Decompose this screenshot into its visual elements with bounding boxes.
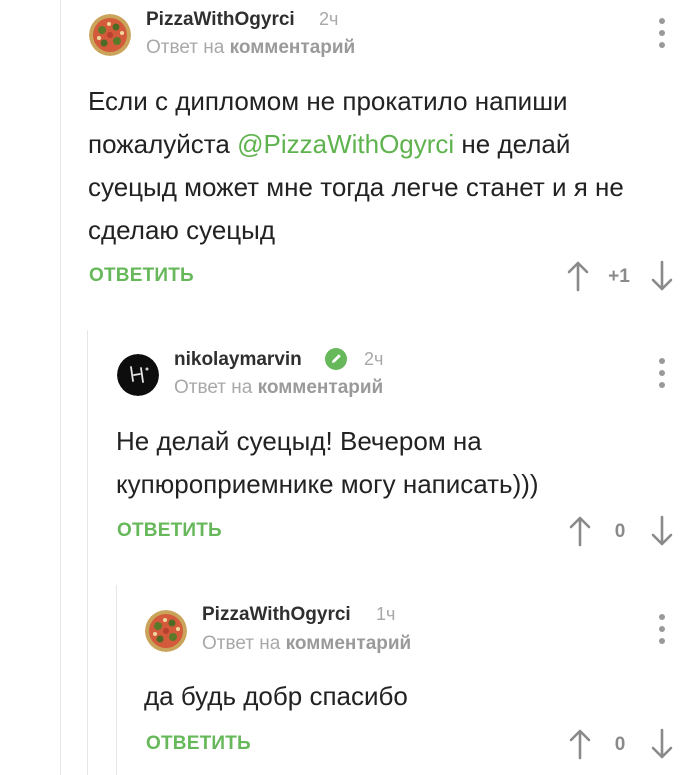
upvote-arrow-icon[interactable] xyxy=(566,260,590,292)
upvote-arrow-icon[interactable] xyxy=(568,728,592,760)
pizza-avatar-icon xyxy=(89,14,131,56)
dot-icon xyxy=(659,358,665,364)
more-options-button[interactable] xyxy=(657,18,667,48)
reply-to-link[interactable]: комментарий xyxy=(258,377,384,398)
username[interactable]: nikolaymarvin xyxy=(174,349,302,371)
avatar[interactable] xyxy=(89,14,131,56)
upvote-arrow-icon[interactable] xyxy=(568,515,592,547)
reply-button[interactable]: ОТВЕТИТЬ xyxy=(146,733,251,755)
avatar[interactable] xyxy=(117,354,159,396)
downvote-arrow-icon[interactable] xyxy=(650,515,674,547)
pencil-icon xyxy=(325,348,347,370)
reply-to-label: Ответ на комментарий xyxy=(202,633,411,655)
username[interactable]: PizzaWithOgyrci xyxy=(202,604,351,626)
comment-time: 1ч xyxy=(376,604,396,624)
reply-button[interactable]: ОТВЕТИТЬ xyxy=(117,520,222,542)
reply-to-prefix: Ответ на xyxy=(146,37,225,58)
dot-icon xyxy=(659,382,665,388)
thread-line xyxy=(116,585,117,775)
rating-value: +1 xyxy=(608,266,630,287)
dot-icon xyxy=(659,626,665,632)
reply-to-link[interactable]: комментарий xyxy=(286,633,412,654)
thread-line xyxy=(87,330,88,775)
downvote-arrow-icon[interactable] xyxy=(650,260,674,292)
more-options-button[interactable] xyxy=(657,358,667,388)
dot-icon xyxy=(659,370,665,376)
comment-time: 2ч xyxy=(364,349,384,369)
more-options-button[interactable] xyxy=(657,614,667,644)
reply-to-link[interactable]: комментарий xyxy=(230,37,356,58)
thread-line xyxy=(60,0,61,775)
reply-to-label: Ответ на комментарий xyxy=(146,37,355,59)
dot-icon xyxy=(659,30,665,36)
comment-time: 2ч xyxy=(319,9,339,29)
username[interactable]: PizzaWithOgyrci xyxy=(146,9,295,31)
comment-text: Не делай суецыд! Вечером на купюроприемн… xyxy=(116,426,539,499)
reply-to-prefix: Ответ на xyxy=(202,633,281,654)
rating-value: 0 xyxy=(614,734,626,755)
reply-button[interactable]: ОТВЕТИТЬ xyxy=(89,265,194,287)
reply-to-prefix: Ответ на xyxy=(174,377,253,398)
comments-page: PizzaWithOgyrci 2ч Ответ на комментарий … xyxy=(0,0,700,775)
dot-icon xyxy=(659,638,665,644)
reply-to-label: Ответ на комментарий xyxy=(174,377,383,399)
dot-icon xyxy=(659,42,665,48)
rating-value: 0 xyxy=(614,521,626,542)
pizza-avatar-icon xyxy=(145,610,187,652)
user-mention-link[interactable]: @PizzaWithOgyrci xyxy=(237,129,454,159)
downvote-arrow-icon[interactable] xyxy=(650,728,674,760)
comment-text: Если с дипломом не прокатило напиши пожа… xyxy=(88,80,648,252)
comment-text: да будь добр спасибо xyxy=(144,681,408,711)
dot-icon xyxy=(659,614,665,620)
dark-avatar-icon xyxy=(117,354,159,396)
dot-icon xyxy=(659,18,665,24)
avatar[interactable] xyxy=(145,610,187,652)
